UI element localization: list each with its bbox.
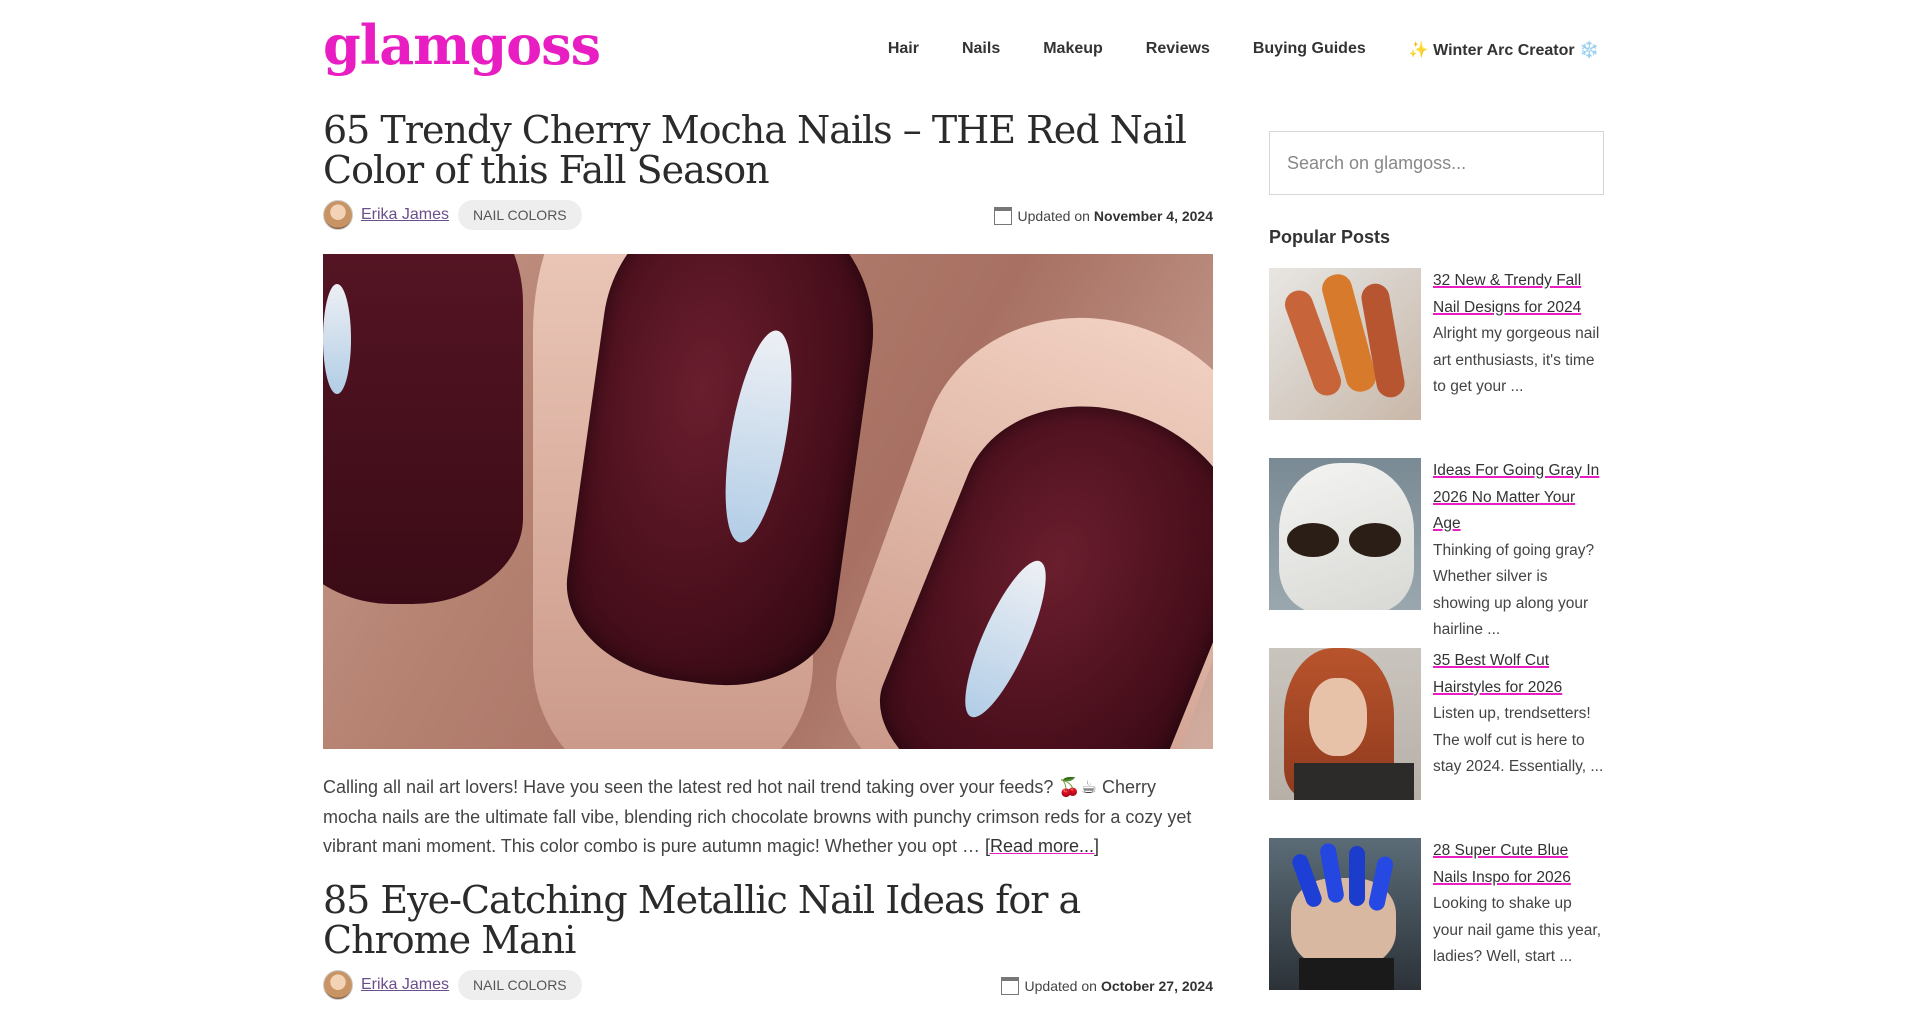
updated-label: Updated on bbox=[1024, 977, 1097, 994]
read-more-link[interactable]: [Read more...] bbox=[985, 836, 1099, 856]
calendar-icon bbox=[1000, 976, 1019, 995]
popular-post-thumbnail[interactable] bbox=[1269, 458, 1421, 610]
nav-hair[interactable]: Hair bbox=[888, 40, 919, 60]
nav-winter-arc-creator[interactable]: ✨ Winter Arc Creator ❄️ bbox=[1409, 40, 1599, 60]
sidebar: Popular Posts 32 New & Trendy Fall Nail … bbox=[1269, 131, 1604, 1028]
popular-post-title[interactable]: 28 Super Cute Blue Nails Inspo for 2026 bbox=[1433, 842, 1571, 886]
nav-reviews[interactable]: Reviews bbox=[1146, 40, 1210, 60]
popular-post-excerpt: Looking to shake up your nail game this … bbox=[1433, 895, 1602, 965]
popular-post: 28 Super Cute Blue Nails Inspo for 2026 … bbox=[1269, 838, 1604, 1028]
popular-post-excerpt: Thinking of going gray? Whether silver i… bbox=[1433, 541, 1595, 639]
calendar-icon bbox=[993, 207, 1012, 225]
popular-post: 32 New & Trendy Fall Nail Designs for 20… bbox=[1269, 268, 1604, 458]
search-input[interactable] bbox=[1269, 131, 1604, 195]
updated-date: Updated on November 4, 2024 bbox=[993, 207, 1213, 225]
site-logo[interactable]: glamgoss bbox=[323, 18, 601, 72]
category-tag[interactable]: NAIL COLORS bbox=[458, 200, 582, 230]
updated-date: Updated on October 27, 2024 bbox=[1000, 976, 1213, 995]
thumb-part bbox=[1309, 678, 1367, 756]
popular-post-thumbnail[interactable] bbox=[1269, 268, 1421, 420]
thumb-part bbox=[1299, 958, 1394, 990]
popular-post-text: 35 Best Wolf Cut Hairstyles for 2026 Lis… bbox=[1433, 648, 1604, 838]
nail-image-part bbox=[323, 284, 351, 394]
popular-post-text: Ideas For Going Gray In 2026 No Matter Y… bbox=[1433, 458, 1604, 648]
site-header: glamgoss Hair Nails Makeup Reviews Buyin… bbox=[0, 0, 1920, 100]
thumb-part bbox=[1349, 846, 1365, 906]
nav-makeup[interactable]: Makeup bbox=[1043, 40, 1103, 60]
author-avatar bbox=[323, 969, 353, 1000]
author-link[interactable]: Erika James bbox=[361, 206, 449, 224]
updated-date-value: October 27, 2024 bbox=[1100, 977, 1213, 994]
post-card: 65 Trendy Cherry Mocha Nails – THE Red N… bbox=[323, 110, 1213, 862]
popular-post-thumbnail[interactable] bbox=[1269, 648, 1421, 800]
thumb-part bbox=[1294, 763, 1414, 800]
post-title[interactable]: 85 Eye-Catching Metallic Nail Ideas for … bbox=[323, 880, 1213, 960]
post-title[interactable]: 65 Trendy Cherry Mocha Nails – THE Red N… bbox=[323, 110, 1213, 190]
nail-image-part bbox=[555, 254, 891, 701]
post-card: 85 Eye-Catching Metallic Nail Ideas for … bbox=[323, 880, 1213, 1002]
popular-posts-heading: Popular Posts bbox=[1269, 227, 1391, 247]
popular-posts-list: 32 New & Trendy Fall Nail Designs for 20… bbox=[1269, 268, 1604, 1028]
post-meta: Erika James NAIL COLORS Updated on Octob… bbox=[323, 968, 1213, 1002]
post-excerpt: Calling all nail art lovers! Have you se… bbox=[323, 773, 1213, 862]
popular-post-title[interactable]: 35 Best Wolf Cut Hairstyles for 2026 bbox=[1433, 652, 1562, 696]
popular-post-title[interactable]: Ideas For Going Gray In 2026 No Matter Y… bbox=[1433, 462, 1599, 532]
post-featured-image[interactable] bbox=[323, 254, 1213, 749]
author-avatar bbox=[323, 200, 353, 230]
popular-post-text: 28 Super Cute Blue Nails Inspo for 2026 … bbox=[1433, 838, 1604, 1028]
post-meta: Erika James NAIL COLORS Updated on Novem… bbox=[323, 198, 1213, 232]
popular-post-title[interactable]: 32 New & Trendy Fall Nail Designs for 20… bbox=[1433, 272, 1581, 316]
main-nav: Hair Nails Makeup Reviews Buying Guides … bbox=[845, 40, 1599, 60]
popular-post: Ideas For Going Gray In 2026 No Matter Y… bbox=[1269, 458, 1604, 648]
popular-post-excerpt: Alright my gorgeous nail art enthusiasts… bbox=[1433, 325, 1600, 395]
nail-image-part bbox=[323, 254, 523, 604]
popular-post-text: 32 New & Trendy Fall Nail Designs for 20… bbox=[1433, 268, 1604, 458]
popular-post-thumbnail[interactable] bbox=[1269, 838, 1421, 990]
thumb-part bbox=[1287, 523, 1339, 557]
updated-label: Updated on bbox=[1017, 208, 1090, 224]
popular-post-excerpt: Listen up, trendsetters! The wolf cut is… bbox=[1433, 705, 1604, 775]
category-tag[interactable]: NAIL COLORS bbox=[458, 969, 582, 1000]
thumb-part bbox=[1349, 523, 1401, 557]
post-list: 65 Trendy Cherry Mocha Nails – THE Red N… bbox=[323, 110, 1213, 1020]
popular-post: 35 Best Wolf Cut Hairstyles for 2026 Lis… bbox=[1269, 648, 1604, 838]
updated-date-value: November 4, 2024 bbox=[1093, 208, 1213, 224]
nav-buying-guides[interactable]: Buying Guides bbox=[1253, 40, 1366, 60]
author-link[interactable]: Erika James bbox=[361, 976, 449, 994]
nav-nails[interactable]: Nails bbox=[962, 40, 1000, 60]
